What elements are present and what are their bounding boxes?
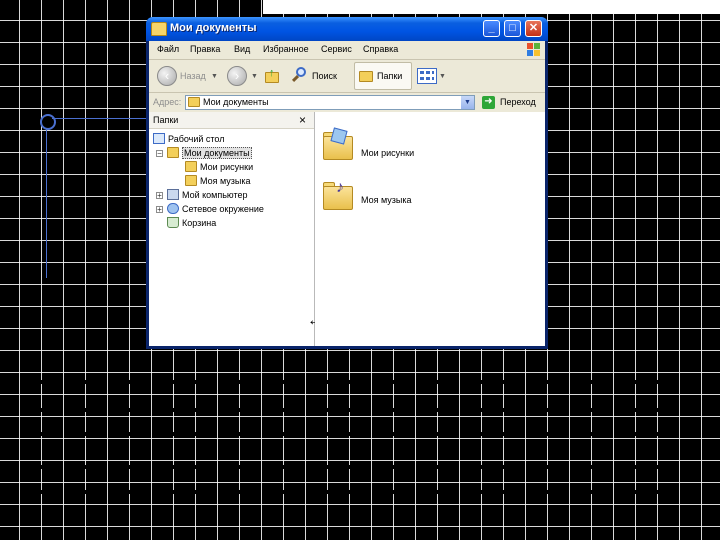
slide-guide-line <box>46 128 47 278</box>
music-folder-icon: ♪ <box>323 179 353 210</box>
menu-item-favorites[interactable]: Избранное <box>263 44 309 54</box>
chevron-down-icon[interactable]: ▼ <box>461 96 474 109</box>
expand-icon[interactable]: + <box>156 192 163 200</box>
computer-icon <box>167 189 179 200</box>
tree-item-my-documents[interactable]: Мои документы <box>182 147 252 159</box>
close-icon[interactable]: × <box>299 113 306 127</box>
menu-item-edit[interactable]: Правка <box>190 44 220 54</box>
window-title: Мои документы <box>170 22 257 34</box>
address-bar: Адрес: Мои документы ▼ ➜ Переход <box>149 93 545 113</box>
music-folder-icon <box>185 175 197 186</box>
slide-top-banner <box>263 0 720 14</box>
pictures-folder-icon <box>323 127 353 160</box>
file-label: Моя музыка <box>361 195 412 205</box>
address-label: Адрес: <box>153 97 182 107</box>
menu-bar: Файл Правка Вид Избранное Сервис Справка <box>149 41 545 60</box>
collapse-icon[interactable]: − <box>156 150 163 158</box>
search-button-label[interactable]: Поиск <box>312 71 337 81</box>
menu-item-tools[interactable]: Сервис <box>321 44 352 54</box>
windows-logo-icon <box>527 43 541 56</box>
slide-guide-line <box>52 118 146 119</box>
file-label: Мои рисунки <box>361 148 415 158</box>
forward-arrow-icon[interactable]: › <box>227 66 247 86</box>
slide-text-line <box>40 465 660 469</box>
address-input[interactable]: Мои документы ▼ <box>185 95 475 110</box>
folders-pane-title: Папки <box>153 115 179 125</box>
back-button-label[interactable]: Назад <box>180 71 206 81</box>
maximize-button[interactable]: □ <box>504 20 521 37</box>
views-dropdown-icon[interactable]: ▼ <box>439 73 446 80</box>
tree-item-recycle-bin[interactable]: Корзина <box>182 218 216 228</box>
tree-item-my-computer[interactable]: Мой компьютер <box>182 190 248 200</box>
back-dropdown-icon[interactable]: ▼ <box>211 73 218 80</box>
address-value: Мои документы <box>203 97 269 107</box>
menu-item-help[interactable]: Справка <box>363 44 398 54</box>
tree-item-network[interactable]: Сетевое окружение <box>182 204 264 214</box>
views-icon[interactable] <box>417 68 437 84</box>
go-button-label[interactable]: Переход <box>500 97 536 107</box>
slide-text-line <box>40 408 660 412</box>
tree-item-desktop[interactable]: Рабочий стол <box>168 134 225 144</box>
folders-button-label: Папки <box>377 71 403 81</box>
minimize-button[interactable]: _ <box>483 20 500 37</box>
slide-text-line <box>40 380 660 384</box>
documents-folder-icon <box>167 147 179 158</box>
folders-pane: Папки × Рабочий стол − Мои документы Мои… <box>149 112 323 346</box>
search-icon[interactable] <box>291 67 308 83</box>
recycle-bin-icon <box>167 217 179 228</box>
network-icon <box>167 203 179 214</box>
slide-text-line <box>40 490 660 494</box>
expand-icon[interactable]: + <box>156 206 163 214</box>
back-arrow-icon[interactable]: ‹ <box>157 66 177 86</box>
folders-pane-header: Папки × <box>149 112 314 129</box>
pictures-folder-icon <box>185 161 197 172</box>
slide-circle-marker <box>40 114 56 130</box>
slide-text-line <box>40 432 660 436</box>
folders-button[interactable]: Папки <box>354 62 412 90</box>
toolbar: ‹ Назад ▼ › ▼ ↑ Поиск Папки ▼ <box>149 60 545 93</box>
content-area: Папки × Рабочий стол − Мои документы Мои… <box>149 112 545 346</box>
menu-item-view[interactable]: Вид <box>234 44 250 54</box>
forward-dropdown-icon[interactable]: ▼ <box>251 73 258 80</box>
folder-icon <box>151 22 167 36</box>
tree-item-my-pictures[interactable]: Мои рисунки <box>200 162 253 172</box>
title-bar[interactable]: Мои документы _ □ ✕ <box>146 17 548 41</box>
go-arrow-icon[interactable]: ➜ <box>482 96 495 109</box>
up-folder-icon[interactable]: ↑ <box>265 67 279 83</box>
explorer-window: Мои документы _ □ ✕ Файл Правка Вид Избр… <box>146 17 548 349</box>
folder-icon <box>359 71 373 82</box>
file-pane: Мои рисунки ♪ Моя музыка <box>315 112 545 346</box>
documents-folder-icon <box>188 97 200 107</box>
tree-item-my-music[interactable]: Моя музыка <box>200 176 251 186</box>
menu-item-file[interactable]: Файл <box>157 44 179 54</box>
desktop-icon <box>153 133 165 144</box>
close-button[interactable]: ✕ <box>525 20 542 37</box>
